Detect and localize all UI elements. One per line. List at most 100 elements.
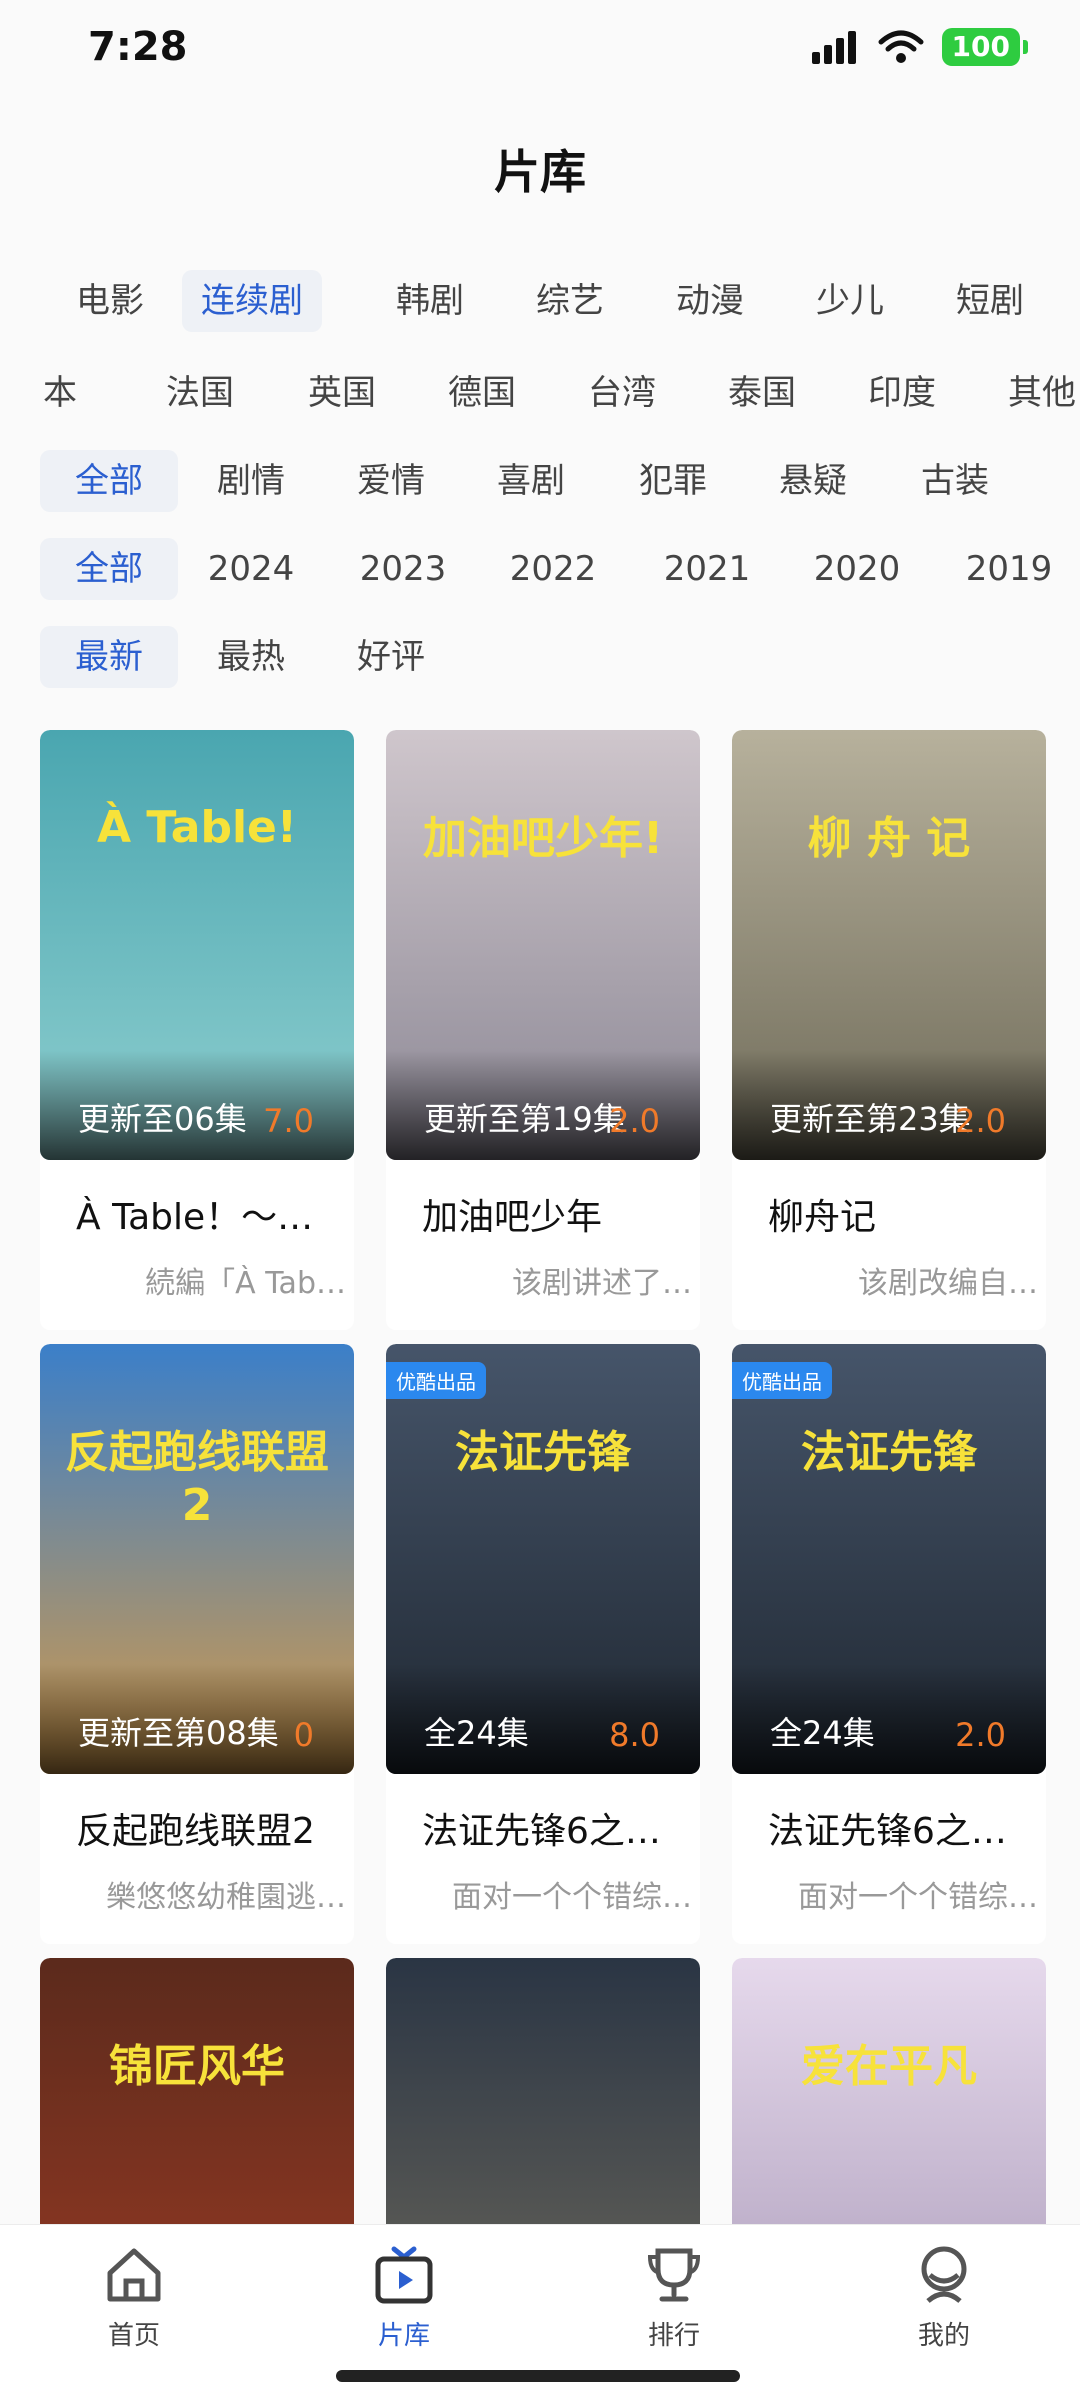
show-title[interactable]: 柳舟记 (732, 1160, 1038, 1240)
tab-label: 片库 (377, 2321, 430, 2351)
year-chip[interactable]: 2021 (638, 538, 776, 600)
genre-filter-row: 全部 剧情 爱情 喜剧 犯罪 悬疑 古装 (0, 450, 1080, 514)
category-chip[interactable]: 短剧 (920, 270, 1060, 332)
sort-chip[interactable]: 最新 (40, 626, 178, 688)
year-chip[interactable]: 2024 (182, 538, 320, 600)
show-poster[interactable]: À Table! 更新至06集 7.0 (40, 730, 354, 1160)
tab-label: 排行 (647, 2321, 700, 2351)
region-chip[interactable]: 台湾 (572, 362, 672, 424)
year-filter-row: 全部 2024 2023 2022 2021 2020 2019 (0, 538, 1080, 602)
poster-title-art: 锦匠风华 (109, 2041, 285, 2092)
rating-score: 8.0 (609, 1716, 660, 1754)
wifi-icon (878, 30, 924, 63)
home-icon (74, 2245, 194, 2309)
category-chip[interactable]: 连续剧 (182, 270, 322, 332)
genre-chip[interactable]: 剧情 (182, 450, 320, 512)
show-poster[interactable]: 法证先锋 优酷出品 全24集 8.0 (386, 1344, 700, 1774)
poster-title-art: 法证先锋 (455, 1427, 631, 1478)
show-poster[interactable]: 加油吧少年! 更新至第19集 2.0 (386, 730, 700, 1160)
category-chip[interactable]: 综艺 (500, 270, 640, 332)
show-title[interactable]: 反起跑线联盟2 (40, 1774, 346, 1854)
category-chip[interactable]: 韩剧 (360, 270, 500, 332)
category-chip[interactable]: 电影 (40, 270, 180, 332)
status-bar: 7:28 100 (0, 0, 1080, 100)
genre-chip[interactable]: 全部 (40, 450, 178, 512)
show-title[interactable]: 加油吧少年 (386, 1160, 692, 1240)
show-description: 该剧改编自… (858, 1266, 1038, 1301)
genre-chip[interactable]: 古装 (886, 450, 1024, 512)
region-chip[interactable]: 泰国 (712, 362, 812, 424)
show-poster[interactable]: 法证先锋 优酷出品全24集 2.0 (732, 1344, 1046, 1774)
poster-title-art: 柳 舟 记 (807, 813, 971, 864)
tab-home[interactable]: 首页 (74, 2245, 194, 2352)
show-description: 面对一个个错综… (452, 1880, 692, 1915)
tab-library[interactable]: 片库 (344, 2245, 464, 2352)
episode-status: 更新至第08集 (78, 1714, 279, 1752)
sort-chip[interactable]: 好评 (322, 626, 460, 688)
episode-status: 全24集 (770, 1714, 875, 1752)
rating-score: 7.0 (263, 1102, 314, 1140)
rating-score: 2.0 (955, 1716, 1006, 1754)
tab-label: 首页 (107, 2321, 160, 2351)
show-card[interactable]: 法证先锋 优酷出品全24集 2.0 法证先锋6之… 面对一个个错综… (732, 1344, 1046, 1944)
show-card[interactable]: 加油吧少年! 更新至第19集 2.0 加油吧少年该剧讲述了… (386, 730, 700, 1330)
category-chip[interactable]: 动漫 (640, 270, 780, 332)
show-card[interactable]: 法证先锋 优酷出品 全24集 8.0 法证先锋6之… 面对一个个错综… (386, 1344, 700, 1944)
region-chip[interactable]: 印度 (852, 362, 952, 424)
show-description: 続編「À Tab… (145, 1266, 346, 1301)
poster-title-art: 爱在平凡 (801, 2041, 977, 2092)
episode-status: 更新至第19集 (424, 1100, 625, 1138)
signal-icon (811, 31, 856, 64)
genre-chip[interactable]: 犯罪 (604, 450, 742, 512)
region-chip[interactable]: 本 (40, 362, 80, 424)
episode-status: 全24集 (424, 1714, 529, 1752)
year-chip[interactable]: 2023 (334, 538, 472, 600)
poster-title-art: 反起跑线联盟2 (65, 1427, 329, 1531)
tab-ranking[interactable]: 排行 (614, 2245, 734, 2352)
profile-icon (884, 2245, 1004, 2309)
sort-chip[interactable]: 最热 (182, 626, 320, 688)
year-chip[interactable]: 2022 (484, 538, 622, 600)
producer-badge: 优酷出品 (732, 1362, 832, 1399)
poster-title-art: 法证先锋 (801, 1427, 977, 1478)
poster-title-art: 加油吧少年! (422, 813, 664, 864)
show-card[interactable]: 反起跑线联盟2 更新至第08集 0 反起跑线联盟2 樂悠悠幼稚園逃… (40, 1344, 354, 1944)
tv-library-icon (344, 2245, 464, 2309)
region-chip[interactable]: 其他 (992, 362, 1080, 424)
show-title[interactable]: À Table！～怀… (40, 1160, 346, 1240)
year-chip[interactable]: 2020 (788, 538, 926, 600)
genre-chip[interactable]: 爱情 (322, 450, 460, 512)
year-chip[interactable]: 全部 (40, 538, 178, 600)
tab-label: 我的 (917, 2321, 970, 2351)
region-chip[interactable]: 英国 (292, 362, 392, 424)
poster-title-art: À Table! (97, 802, 297, 853)
episode-status: 更新至06集 (78, 1100, 247, 1138)
battery-indicator: 100 (941, 28, 1029, 66)
episode-status: 更新至第23集 (770, 1100, 971, 1138)
show-poster[interactable]: 反起跑线联盟2 更新至第08集 0 (40, 1344, 354, 1774)
region-chip[interactable]: 德国 (432, 362, 532, 424)
year-chip[interactable]: 2019 (940, 538, 1078, 600)
category-chip[interactable]: 少儿 (780, 270, 920, 332)
show-title[interactable]: 法证先锋6之… (732, 1774, 1038, 1854)
show-description: 该剧讲述了… (512, 1266, 692, 1301)
rating-score: 2.0 (609, 1102, 660, 1140)
show-poster[interactable]: 柳 舟 记更新至第23集 2.0 (732, 730, 1046, 1160)
status-time: 7:28 (88, 24, 188, 70)
rating-score: 2.0 (955, 1102, 1006, 1140)
status-icons: 100 (810, 28, 1029, 66)
tab-profile[interactable]: 我的 (884, 2245, 1004, 2352)
page-title: 片库 (494, 145, 586, 199)
trophy-icon (614, 2245, 734, 2309)
show-description: 樂悠悠幼稚園逃… (106, 1880, 346, 1915)
show-title[interactable]: 法证先锋6之… (386, 1774, 692, 1854)
genre-chip[interactable]: 喜剧 (462, 450, 600, 512)
show-card[interactable]: À Table! 更新至06集 7.0 À Table！～怀… 続編「À Tab… (40, 730, 354, 1330)
region-chip[interactable]: 法国 (150, 362, 250, 424)
sort-filter-row: 最新 最热 好评 (0, 626, 1080, 690)
show-description: 面对一个个错综… (798, 1880, 1038, 1915)
genre-chip[interactable]: 悬疑 (744, 450, 882, 512)
show-card[interactable]: 柳 舟 记更新至第23集 2.0 柳舟记 该剧改编自… (732, 730, 1046, 1330)
home-indicator (336, 2370, 740, 2382)
region-filter-row: 本 法国 英国 德国 台湾 泰国 印度 其他 (0, 362, 1080, 426)
